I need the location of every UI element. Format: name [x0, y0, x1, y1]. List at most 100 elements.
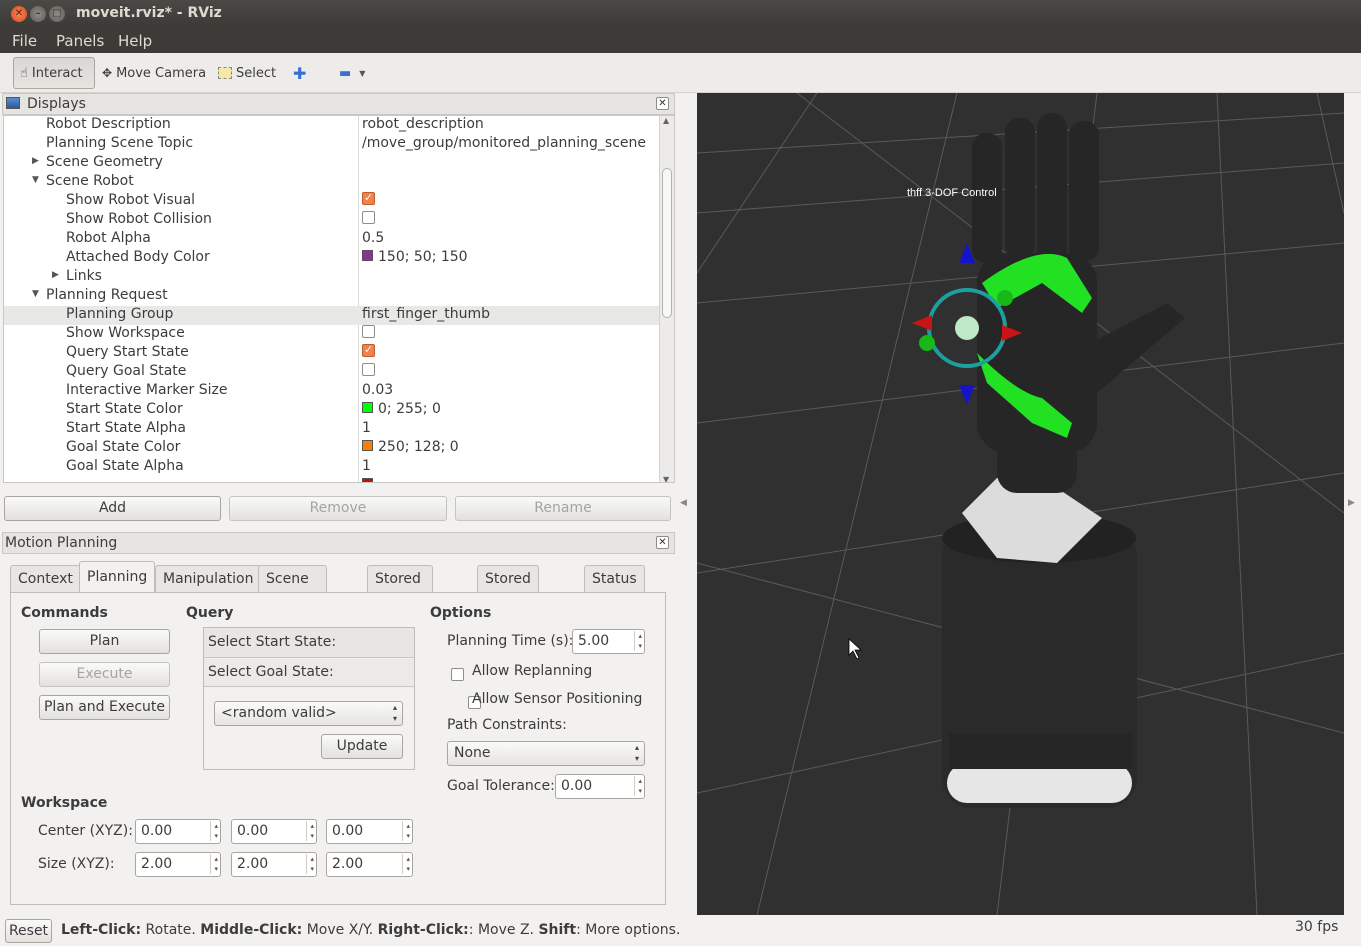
remove-display-button[interactable]: Remove: [229, 496, 447, 521]
tree-row[interactable]: Show Workspace: [4, 324, 660, 344]
path-constraints-select[interactable]: None ▴ ▾: [447, 741, 645, 766]
tree-row[interactable]: Robot Alpha 0.5: [4, 230, 660, 249]
tree-row-selected[interactable]: Planning Group first_finger_thumb: [4, 306, 660, 325]
3d-viewport[interactable]: thff 3-DOF Control: [697, 93, 1344, 915]
tree-row[interactable]: Goal State Alpha 1: [4, 458, 660, 477]
clipped-color-swatch: [362, 477, 373, 482]
attached-color-swatch[interactable]: [362, 249, 373, 261]
maximize-window-icon[interactable]: □: [49, 6, 65, 22]
tree-row[interactable]: Interactive Marker Size 0.03: [4, 382, 660, 401]
allow-sensor-positioning-label: Allow Sensor Positioning: [472, 691, 643, 707]
reset-view-button[interactable]: Reset: [5, 919, 52, 943]
allow-replanning-checkbox[interactable]: [451, 667, 464, 681]
query-start-state-checkbox[interactable]: [362, 343, 375, 357]
goal-tolerance-spinbox[interactable]: 0.00: [555, 774, 645, 799]
interact-tool-button[interactable]: ☝ Interact: [13, 57, 95, 89]
scroll-up-icon[interactable]: ▲: [663, 116, 669, 125]
show-workspace-checkbox[interactable]: [362, 324, 375, 338]
show-robot-collision-checkbox[interactable]: [362, 210, 375, 224]
move-camera-tool-button[interactable]: ✥ Move Camera: [96, 57, 212, 89]
center-y-spinbox[interactable]: 0.00: [231, 819, 317, 844]
collapse-right-icon[interactable]: ▶: [1348, 498, 1355, 508]
status-bar: Reset Left-Click: Rotate. Middle-Click: …: [0, 915, 1361, 946]
planning-time-spinbox[interactable]: 5.00: [572, 629, 645, 654]
tree-row[interactable]: ▶ Scene Geometry: [4, 154, 660, 173]
path-constraints-label: Path Constraints:: [447, 717, 567, 733]
menu-help[interactable]: Help: [118, 32, 152, 50]
scroll-down-icon[interactable]: ▼: [663, 475, 669, 482]
query-state-select[interactable]: <random valid> ▴ ▾: [214, 701, 403, 726]
size-z-spinbox[interactable]: 2.00: [326, 852, 413, 877]
execute-button[interactable]: Execute: [39, 662, 170, 687]
menubar: File Panels Help: [0, 28, 1361, 53]
options-heading: Options: [430, 605, 492, 621]
window-titlebar: ✕ – □ moveit.rviz* - RViz: [0, 0, 1361, 28]
close-window-icon[interactable]: ✕: [11, 6, 27, 22]
tab-scene-objects[interactable]: Scene Objects: [258, 565, 327, 613]
move-camera-icon: ✥: [102, 66, 113, 80]
add-display-button[interactable]: Add: [4, 496, 221, 521]
tree-row[interactable]: Query Goal State: [4, 362, 660, 382]
tree-row[interactable]: Start State Alpha 1: [4, 420, 660, 439]
tree-row[interactable]: Show Robot Collision: [4, 210, 660, 230]
tab-planning[interactable]: Planning: [79, 561, 156, 593]
show-robot-visual-checkbox[interactable]: [362, 191, 375, 205]
displays-tree[interactable]: Robot Description robot_description Plann…: [3, 115, 675, 483]
size-y-spinbox[interactable]: 2.00: [231, 852, 317, 877]
select-tool-button[interactable]: Select: [212, 57, 282, 89]
select-goal-state[interactable]: Select Goal State:: [204, 659, 414, 687]
allow-replanning-label: Allow Replanning: [472, 663, 593, 679]
plan-and-execute-button[interactable]: Plan and Execute: [39, 695, 170, 720]
query-goal-state-checkbox[interactable]: [362, 362, 375, 376]
collapse-left-icon[interactable]: ◀: [680, 498, 687, 508]
minimize-window-icon[interactable]: –: [30, 6, 46, 22]
expand-arrow-icon[interactable]: ▶: [52, 270, 59, 280]
center-xyz-label: Center (XYZ):: [38, 823, 133, 839]
start-color-swatch[interactable]: [362, 401, 373, 413]
select-box-icon: [218, 67, 232, 79]
marker-label: thff 3-DOF Control: [907, 187, 997, 199]
tab-manipulation[interactable]: Manipulation: [155, 565, 262, 593]
hand-icon: ☝: [20, 65, 28, 81]
tab-stored-scenes[interactable]: Stored Scenes: [367, 565, 433, 613]
tree-row[interactable]: Show Robot Visual: [4, 191, 660, 211]
rename-display-button[interactable]: Rename: [455, 496, 671, 521]
menu-panels[interactable]: Panels: [56, 32, 104, 50]
close-motion-planning-icon[interactable]: ✕: [656, 536, 669, 549]
collapse-arrow-icon[interactable]: ▼: [32, 175, 39, 185]
remove-tool-icon[interactable]: ▬ ▼: [333, 57, 371, 89]
3d-scene[interactable]: thff 3-DOF Control: [697, 93, 1344, 915]
select-start-state[interactable]: Select Start State:: [204, 628, 414, 658]
tree-row[interactable]: Robot Description robot_description: [4, 116, 660, 135]
tree-row[interactable]: ▶ Links: [4, 268, 660, 287]
tab-status[interactable]: Status: [584, 565, 645, 593]
displays-scrollbar[interactable]: ▲ ▼: [659, 116, 674, 482]
tree-row[interactable]: Start State Color 0; 255; 0: [4, 401, 660, 420]
expand-arrow-icon[interactable]: ▶: [32, 156, 39, 166]
menu-file[interactable]: File: [12, 32, 37, 50]
center-z-spinbox[interactable]: 0.00: [326, 819, 413, 844]
collapse-arrow-icon[interactable]: ▼: [32, 289, 39, 299]
tab-stored-states[interactable]: Stored States: [477, 565, 539, 613]
commands-heading: Commands: [21, 605, 108, 621]
scrollbar-thumb[interactable]: [662, 168, 672, 318]
add-tool-icon[interactable]: ✚: [287, 57, 312, 89]
goal-color-swatch[interactable]: [362, 439, 373, 451]
displays-title: Displays: [27, 96, 86, 112]
tree-row-clipped: [4, 477, 660, 482]
tree-row[interactable]: ▼ Planning Request: [4, 287, 660, 306]
combo-arrows-icon: ▴ ▾: [392, 703, 397, 723]
combo-arrows-icon: ▴ ▾: [634, 743, 639, 763]
tab-context[interactable]: Context: [10, 565, 81, 593]
plan-button[interactable]: Plan: [39, 629, 170, 654]
size-x-spinbox[interactable]: 2.00: [135, 852, 221, 877]
tree-row[interactable]: Planning Scene Topic/move_group/monitore…: [4, 135, 660, 154]
close-displays-icon[interactable]: ✕: [656, 97, 669, 110]
fps-readout: 30 fps: [1295, 919, 1339, 935]
tree-row[interactable]: ▼ Scene Robot: [4, 173, 660, 192]
tree-row[interactable]: Attached Body Color 150; 50; 150: [4, 249, 660, 268]
center-x-spinbox[interactable]: 0.00: [135, 819, 221, 844]
update-button[interactable]: Update: [321, 734, 403, 759]
tree-row[interactable]: Query Start State: [4, 343, 660, 363]
tree-row[interactable]: Goal State Color 250; 128; 0: [4, 439, 660, 458]
